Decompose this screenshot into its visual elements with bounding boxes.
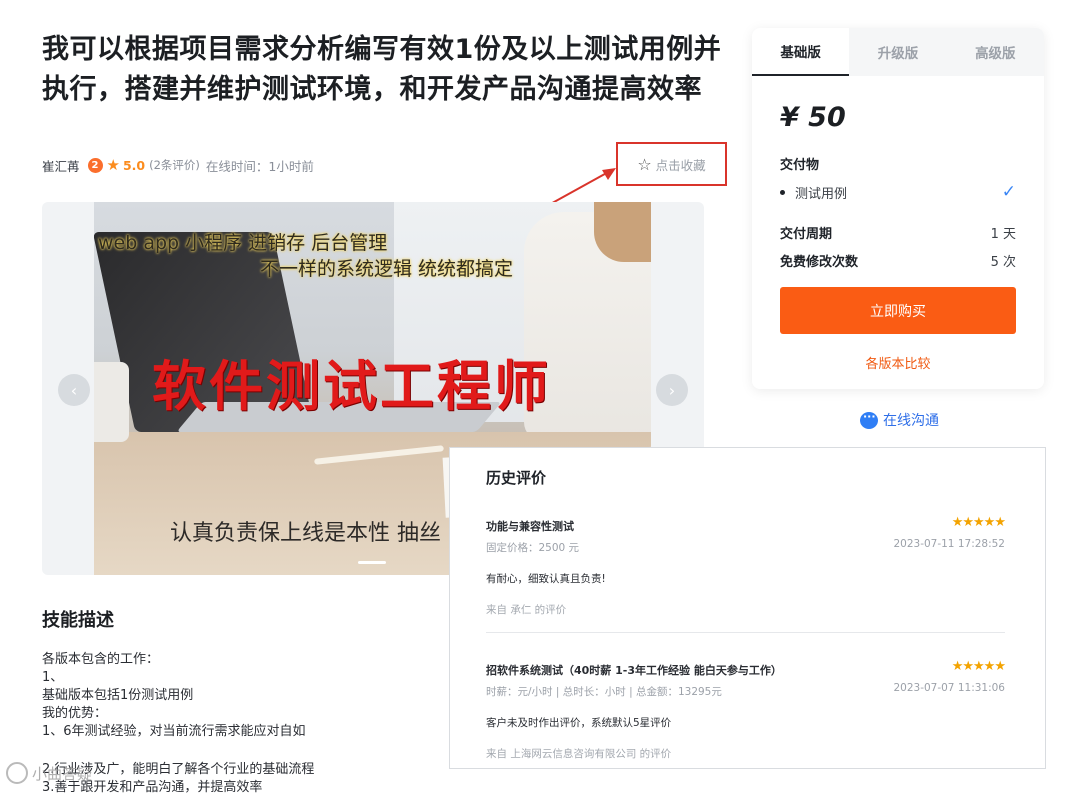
review-stars: ★★★★★	[951, 515, 1006, 530]
watermark-logo-icon	[6, 762, 28, 784]
skill-line: 基础版本包括1份测试用例	[42, 688, 194, 703]
service-meta: 崔汇苒 2 ★ 5.0 (2条评价) 在线时间：1小时前	[42, 154, 314, 176]
banner-hair	[594, 202, 651, 262]
author-name[interactable]: 崔汇苒	[42, 156, 80, 175]
watermark: 小曲答疑	[6, 762, 92, 784]
review-text: 有耐心，细致认真且负责!	[486, 573, 606, 585]
banner-bottom-text: 认真负责保上线是本性 抽丝	[170, 521, 441, 546]
review-date: 2023-07-11 17:28:52	[893, 538, 1005, 550]
chevron-left-icon: ‹	[70, 380, 78, 400]
review-project-name[interactable]: 功能与兼容性测试	[486, 518, 1005, 534]
deliverable-item: 测试用例 ✓	[780, 182, 1016, 202]
online-time: 在线时间：1小时前	[205, 158, 314, 174]
favorite-label: 点击收藏	[655, 157, 706, 173]
package-price: ¥ 50	[780, 102, 846, 133]
chat-bubble-icon	[860, 410, 878, 429]
service-title: 我可以根据项目需求分析编写有效1份及以上测试用例并执行，搭建并维护测试环境，和开…	[42, 34, 722, 105]
review-source: 来自 承仁 的评价	[486, 604, 567, 616]
star-icon: ★	[106, 156, 120, 174]
skill-gap	[42, 741, 314, 761]
gallery-next-button[interactable]: ›	[656, 374, 688, 406]
review-count: (2条评价)	[149, 158, 200, 172]
delivery-period-value: 1 天	[990, 227, 1016, 242]
chat-label: 在线沟通	[883, 413, 939, 429]
revisions-row: 免费修改次数 5 次	[780, 251, 1016, 270]
check-icon: ✓	[1001, 182, 1016, 202]
review-project-name[interactable]: 招软件系统测试（40时薪 1-3年工作经验 能白天参与工作）	[486, 662, 1005, 678]
tab-advanced[interactable]: 高级版	[947, 28, 1044, 76]
deliverables-label: 交付物	[780, 158, 820, 173]
skill-line: 1、	[42, 670, 64, 685]
gallery-prev-button[interactable]: ‹	[58, 374, 90, 406]
package-tabs: 基础版 升级版 高级版	[752, 28, 1044, 76]
tab-basic[interactable]: 基础版	[752, 28, 850, 76]
buy-now-button[interactable]: 立即购买	[780, 287, 1016, 334]
review-stars: ★★★★★	[951, 659, 1006, 674]
banner-headline: 软件测试工程师	[152, 354, 551, 418]
skill-line: 1、6年测试经验，对当前流行需求能应对自如	[42, 724, 306, 739]
banner-line2: 不一样的系统逻辑 统统都搞定	[260, 258, 514, 280]
delivery-period-row: 交付周期 1 天	[780, 223, 1016, 242]
revisions-value: 5 次	[990, 255, 1016, 270]
skill-line: 各版本包含的工作：	[42, 652, 160, 667]
banner-line1: web app 小程序 进销存 后台管理	[98, 232, 388, 254]
review-source: 来自 上海网云信息咨询有限公司 的评价	[486, 748, 672, 760]
watermark-text: 小曲答疑	[32, 764, 93, 783]
package-card: 基础版 升级版 高级版 ¥ 50 交付物 测试用例 ✓ 交付周期 1 天 免费修…	[752, 28, 1044, 389]
review-item: 招软件系统测试（40时薪 1-3年工作经验 能白天参与工作） 时薪：元/小时 |…	[486, 659, 1006, 761]
delivery-period-label: 交付周期	[780, 227, 833, 242]
star-outline-icon: ☆	[637, 154, 652, 174]
slide-indicator[interactable]	[358, 561, 386, 564]
banner-cup	[94, 362, 129, 442]
bullet-icon	[780, 189, 785, 195]
review-item: 功能与兼容性测试 固定价格：2500 元 有耐心，细致认真且负责! 来自 承仁 …	[486, 515, 1006, 617]
online-chat-link[interactable]: 在线沟通	[860, 410, 939, 430]
review-section-title: 历史评价	[486, 469, 547, 487]
level-badge: 2	[87, 157, 103, 173]
review-history-panel: 历史评价 功能与兼容性测试 固定价格：2500 元 有耐心，细致认真且负责! 来…	[449, 447, 1046, 769]
compare-versions-link[interactable]: 各版本比较	[752, 353, 1044, 372]
review-divider	[486, 632, 1005, 633]
skill-section-title: 技能描述	[42, 610, 114, 631]
review-text: 客户未及时作出评价，系统默认5星评价	[486, 717, 672, 729]
deliverable-label: 测试用例	[795, 186, 848, 202]
revisions-label: 免费修改次数	[780, 255, 859, 270]
skill-line: 我的优势：	[42, 706, 108, 721]
rating-score: 5.0	[122, 157, 146, 173]
review-date: 2023-07-07 11:31:06	[893, 682, 1005, 694]
favorite-button[interactable]: ☆ 点击收藏	[616, 142, 727, 186]
tab-upgrade[interactable]: 升级版	[849, 28, 946, 76]
chevron-right-icon: ›	[668, 380, 676, 400]
